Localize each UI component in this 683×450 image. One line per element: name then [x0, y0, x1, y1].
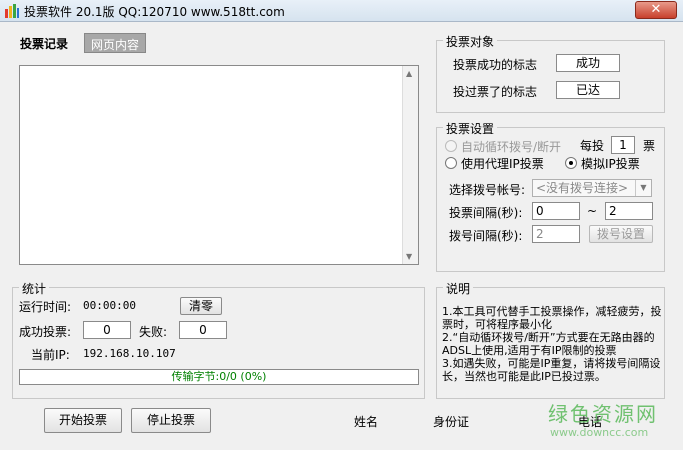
id-card-label: 身份证 — [433, 415, 470, 429]
success-flag-label: 投票成功的标志 — [453, 58, 538, 72]
fail-votes-value: 0 — [179, 321, 227, 339]
title-bar: 投票软件 20.1版 QQ:120710 www.518tt.com ✕ — [0, 0, 683, 22]
notes-legend: 说明 — [443, 280, 474, 297]
name-label: 姓名 — [354, 415, 379, 429]
vote-target-legend: 投票对象 — [443, 33, 498, 50]
note-item: 3.如遇失败，可能是IP重复，请将拨号间隔设长，当然也可能是此IP已投过票。 — [442, 357, 661, 383]
notes-text: 1.本工具可代替手工投票操作，减轻疲劳，投票时，可将程序最小化 2.“自动循环拨… — [442, 305, 664, 383]
chevron-down-icon[interactable]: ▼ — [635, 180, 651, 196]
dial-interval-input[interactable]: 2 — [532, 225, 580, 243]
scroll-up-icon[interactable]: ▲ — [406, 69, 412, 78]
per-vote-suffix: 票 — [643, 139, 656, 153]
vote-interval-min-input[interactable]: 0 — [532, 202, 580, 220]
per-vote-prefix: 每投 — [580, 139, 605, 153]
start-vote-button[interactable]: 开始投票 — [44, 408, 122, 433]
watermark-url-text: www.downcc.com — [550, 426, 649, 439]
vote-interval-label: 投票间隔(秒): — [449, 206, 523, 220]
scroll-down-icon[interactable]: ▼ — [406, 252, 412, 261]
vote-settings-group: 投票设置 自动循环拨号/断开 每投 1 票 使用代理IP投票 模拟IP投票 选择… — [436, 120, 665, 272]
auto-dial-radio[interactable] — [445, 140, 457, 152]
note-item: 1.本工具可代替手工投票操作，减轻疲劳，投票时，可将程序最小化 — [442, 305, 662, 331]
transfer-bytes-text: 传输字节:0/0 (0%) — [171, 370, 267, 383]
interval-separator: ~ — [587, 204, 598, 218]
dial-settings-button[interactable]: 拨号设置 — [589, 225, 653, 243]
runtime-value: 00:00:00 — [83, 299, 136, 312]
dial-account-value: <没有拨号连接> — [536, 181, 629, 195]
vote-target-group: 投票对象 投票成功的标志 成功 投过票了的标志 已达 — [436, 33, 665, 113]
fail-votes-label: 失败: — [139, 325, 168, 339]
vote-interval-max-input[interactable]: 2 — [605, 202, 653, 220]
transfer-progress-bar: 传输字节:0/0 (0%) — [19, 369, 419, 385]
current-ip-value: 192.168.10.107 — [83, 347, 176, 360]
success-votes-label: 成功投票: — [19, 325, 72, 339]
site-watermark: 绿色资源网 www.downcc.com — [548, 398, 678, 444]
vote-settings-legend: 投票设置 — [443, 120, 498, 137]
tab-web-content[interactable]: 网页内容 — [84, 33, 147, 53]
dial-account-select[interactable]: <没有拨号连接> ▼ — [532, 179, 652, 197]
voted-flag-label: 投过票了的标志 — [453, 85, 538, 99]
note-item: 2.“自动循环拨号/断开”方式要在无路由器的ADSL上使用,适用于有IP限制的投… — [442, 331, 655, 357]
vote-log-textarea[interactable]: ▲ ▼ — [19, 65, 419, 265]
proxy-ip-radio[interactable] — [445, 157, 457, 169]
success-votes-value: 0 — [83, 321, 131, 339]
close-button[interactable]: ✕ — [635, 1, 677, 19]
current-ip-label: 当前IP: — [31, 348, 70, 362]
tab-vote-log[interactable]: 投票记录 — [14, 33, 75, 53]
runtime-label: 运行时间: — [19, 300, 72, 314]
simulate-ip-label: 模拟IP投票 — [581, 157, 640, 171]
voted-flag-input[interactable]: 已达 — [556, 81, 620, 99]
window-title: 投票软件 20.1版 QQ:120710 www.518tt.com — [24, 5, 285, 19]
success-flag-input[interactable]: 成功 — [556, 54, 620, 72]
clear-button[interactable]: 清零 — [180, 297, 222, 315]
stats-legend: 统计 — [19, 280, 50, 297]
log-scrollbar[interactable]: ▲ ▼ — [402, 66, 418, 264]
simulate-ip-radio[interactable] — [565, 157, 577, 169]
auto-dial-label: 自动循环拨号/断开 — [461, 140, 562, 154]
dial-interval-label: 拨号间隔(秒): — [449, 229, 523, 243]
proxy-ip-label: 使用代理IP投票 — [461, 157, 544, 171]
stop-vote-button[interactable]: 停止投票 — [131, 408, 211, 433]
votes-per-dial-input[interactable]: 1 — [611, 136, 635, 154]
app-logo-icon — [5, 4, 19, 18]
watermark-main-text: 绿色资源网 — [548, 402, 658, 426]
dial-account-label: 选择拨号帐号: — [449, 183, 526, 197]
